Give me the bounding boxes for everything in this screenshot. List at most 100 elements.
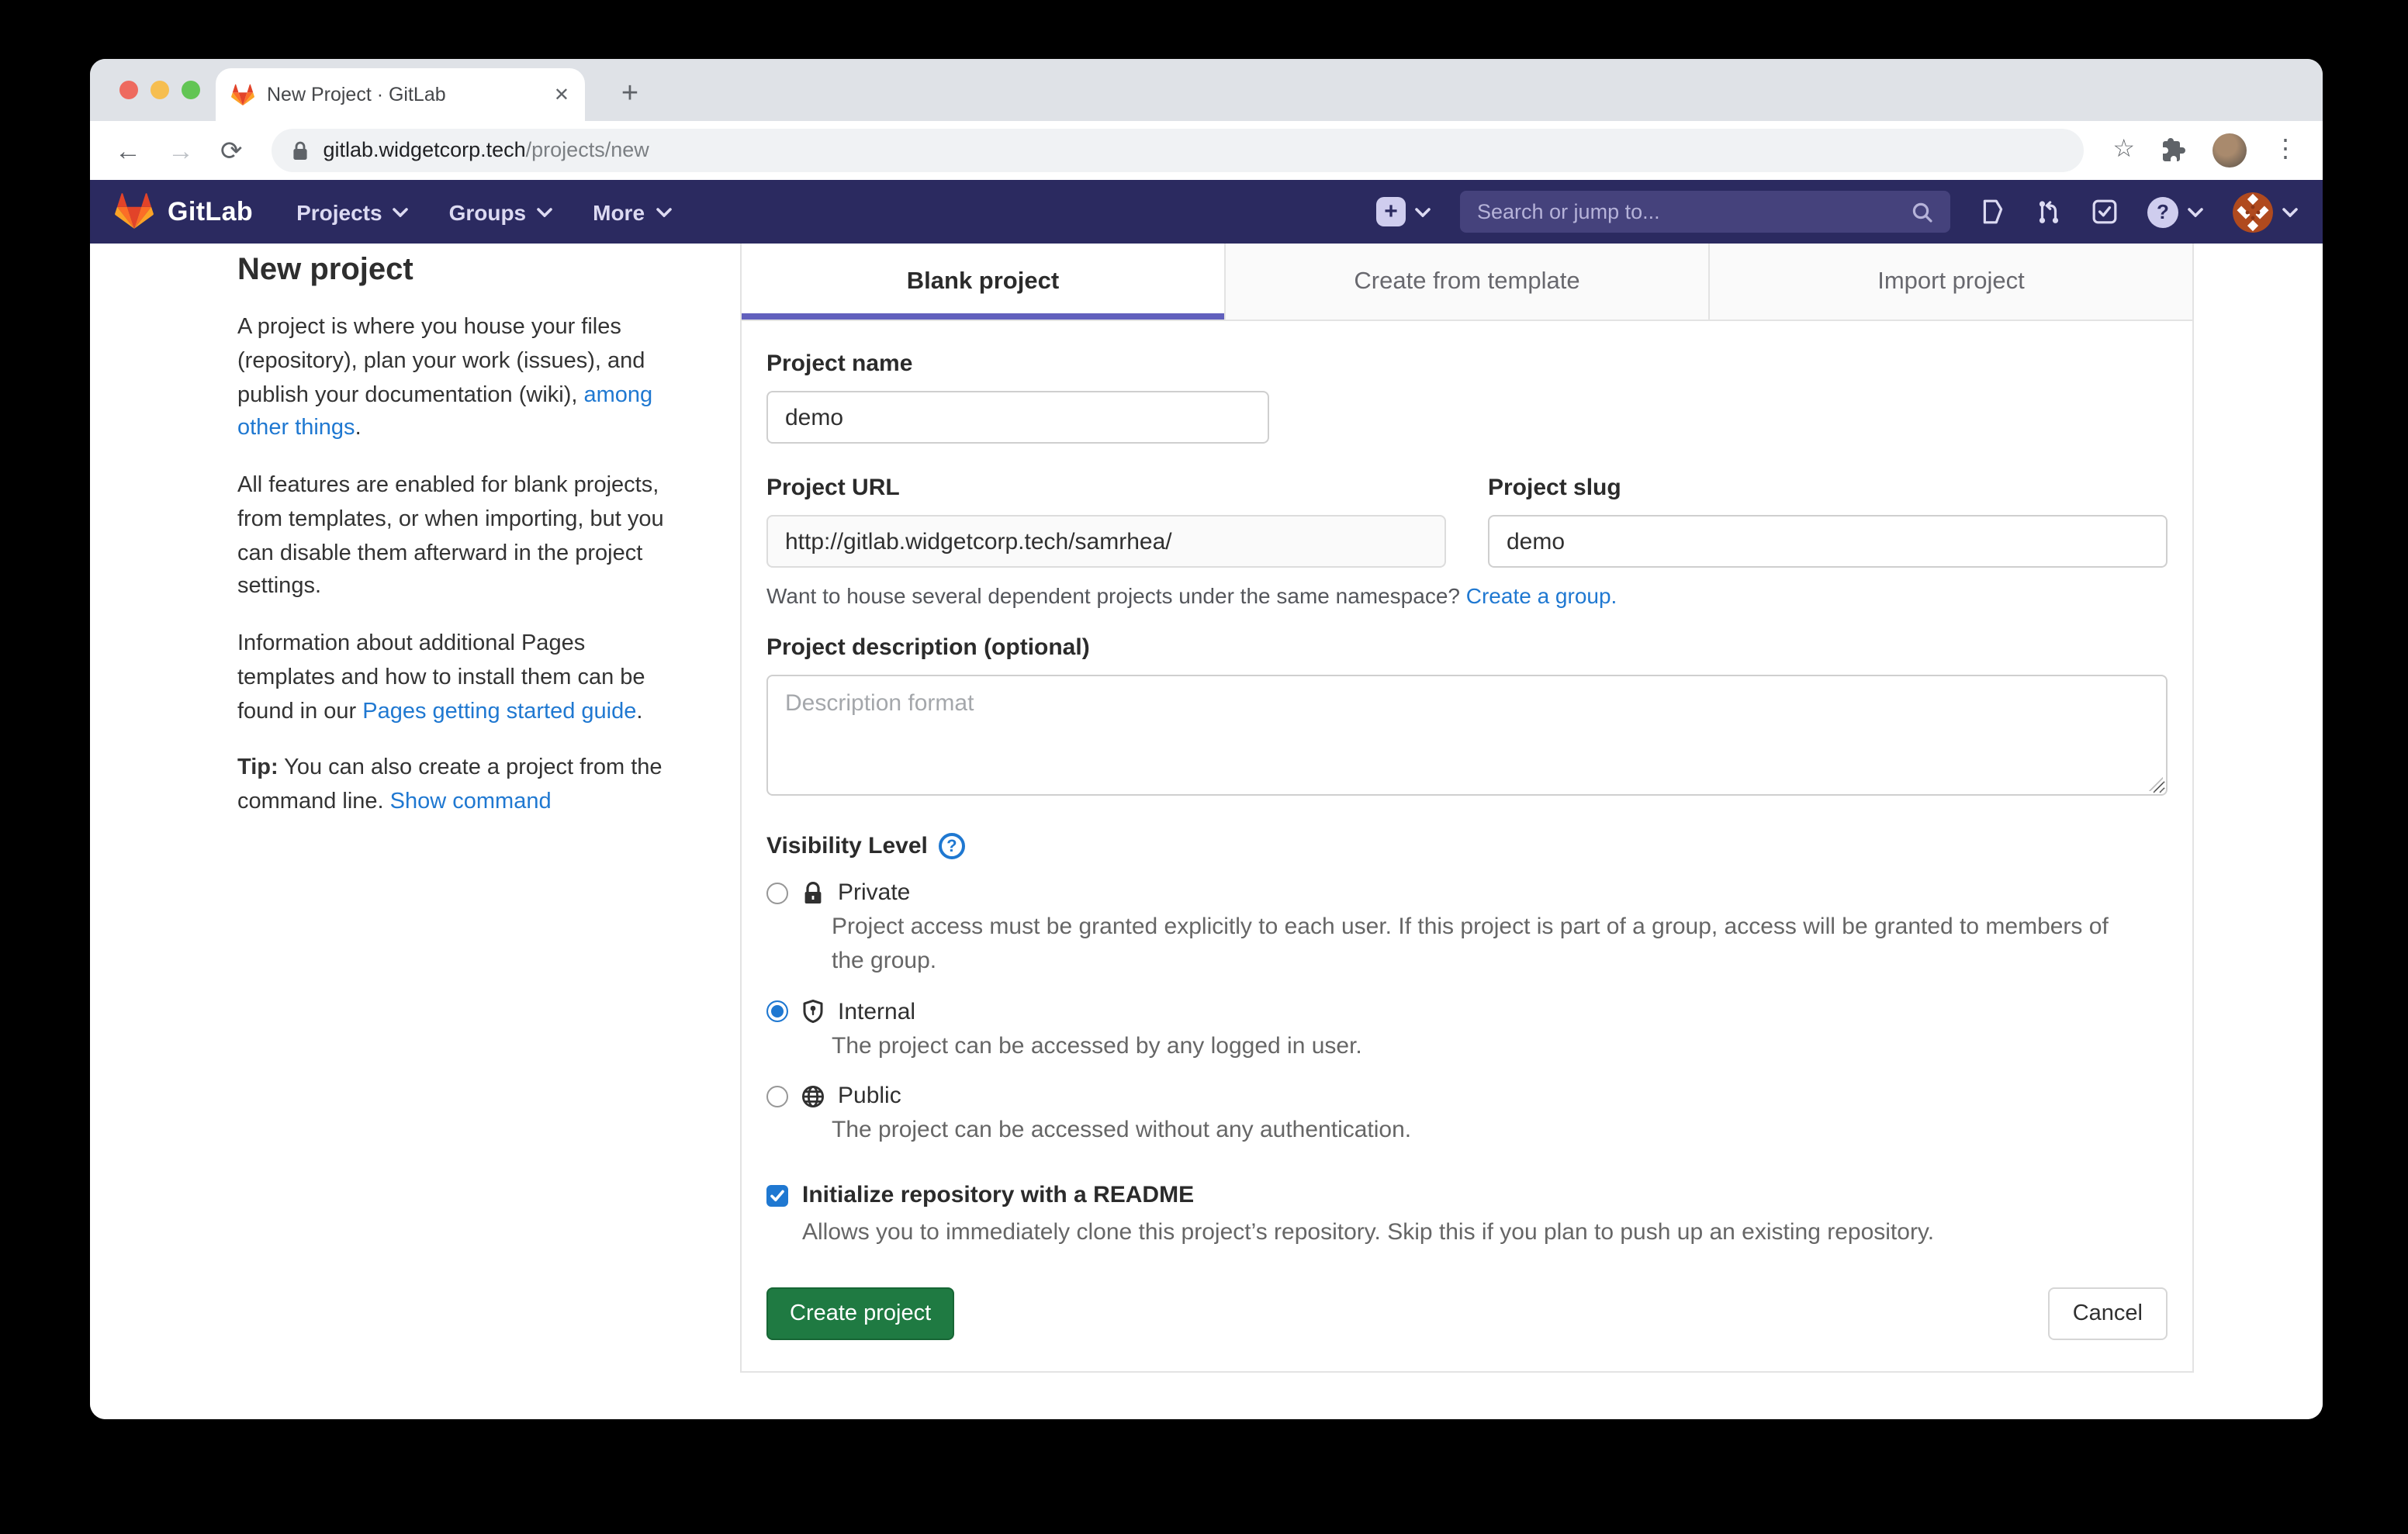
tab-blank-project[interactable]: Blank project bbox=[742, 244, 1226, 320]
global-search[interactable] bbox=[1460, 191, 1950, 233]
sidebar-text: . bbox=[355, 416, 362, 441]
search-input[interactable] bbox=[1477, 200, 1899, 223]
extensions-icon[interactable] bbox=[2161, 138, 2186, 163]
browser-window: New Project · GitLab ✕ + ← → ⟳ gitlab.wi… bbox=[90, 59, 2323, 1419]
tab-create-from-template[interactable]: Create from template bbox=[1226, 244, 1710, 320]
project-slug-label: Project slug bbox=[1488, 475, 2168, 501]
tab-title: New Project · GitLab bbox=[267, 84, 541, 105]
traffic-lights bbox=[119, 81, 200, 99]
user-menu-button[interactable] bbox=[2233, 192, 2298, 232]
project-type-tabs: Blank project Create from template Impor… bbox=[742, 244, 2192, 321]
browser-profile-avatar[interactable] bbox=[2213, 133, 2247, 168]
private-option-label: Private bbox=[838, 879, 910, 906]
gitlab-navbar: GitLab Projects Groups More + bbox=[90, 180, 2323, 244]
cancel-button[interactable]: Cancel bbox=[2048, 1287, 2168, 1340]
page-title: New project bbox=[237, 253, 684, 288]
chevron-down-icon bbox=[537, 207, 552, 216]
user-avatar bbox=[2233, 192, 2273, 232]
help-menu-button[interactable]: ? bbox=[2147, 196, 2203, 227]
form-actions: Create project Cancel bbox=[766, 1287, 2168, 1340]
browser-menu-icon[interactable]: ⋮ bbox=[2273, 138, 2298, 163]
project-url-label: Project URL bbox=[766, 475, 1446, 501]
create-group-link[interactable]: Create a group. bbox=[1466, 583, 1617, 608]
pages-guide-link[interactable]: Pages getting started guide bbox=[362, 699, 636, 724]
reload-button[interactable]: ⟳ bbox=[220, 137, 243, 164]
chevron-down-icon bbox=[1415, 207, 1431, 216]
plus-icon: + bbox=[1376, 197, 1406, 226]
nav-more-menu[interactable]: More bbox=[593, 199, 671, 224]
shield-icon bbox=[801, 999, 825, 1024]
nav-groups-menu[interactable]: Groups bbox=[449, 199, 553, 224]
tip-label: Tip: bbox=[237, 756, 279, 781]
tab-import-project[interactable]: Import project bbox=[1710, 244, 2192, 320]
visibility-help-icon[interactable]: ? bbox=[939, 833, 965, 859]
visibility-level-label: Visibility Level bbox=[766, 833, 928, 859]
hint-text: Want to house several dependent projects… bbox=[766, 583, 1466, 608]
sidebar-paragraph: All features are enabled for blank proje… bbox=[237, 470, 684, 605]
new-tab-button[interactable]: + bbox=[611, 78, 649, 112]
description-field: Project description (optional) bbox=[766, 634, 2168, 803]
tab-close-icon[interactable]: ✕ bbox=[554, 84, 569, 105]
sidebar-text: . bbox=[636, 699, 642, 724]
nav-projects-menu[interactable]: Projects bbox=[296, 199, 409, 224]
lock-icon bbox=[801, 880, 825, 905]
new-project-panel: Blank project Create from template Impor… bbox=[740, 244, 2194, 1373]
minimize-window-button[interactable] bbox=[150, 81, 169, 99]
browser-tab[interactable]: New Project · GitLab ✕ bbox=[216, 68, 585, 121]
zoom-window-button[interactable] bbox=[182, 81, 200, 99]
blank-project-form: Project name Project URL Project slug Wa… bbox=[742, 321, 2192, 1371]
show-command-link[interactable]: Show command bbox=[390, 789, 552, 814]
public-radio[interactable] bbox=[766, 1086, 788, 1107]
public-option-desc: The project can be accessed without any … bbox=[832, 1114, 2143, 1149]
internal-option-desc: The project can be accessed by any logge… bbox=[832, 1029, 2143, 1063]
close-window-button[interactable] bbox=[119, 81, 138, 99]
readme-checkbox[interactable] bbox=[766, 1184, 788, 1206]
chevron-down-icon bbox=[2188, 207, 2203, 216]
option-head: Public bbox=[766, 1083, 2168, 1110]
option-head: Internal bbox=[766, 998, 2168, 1024]
gitlab-brand[interactable]: GitLab bbox=[115, 192, 253, 231]
url-path: /projects/new bbox=[526, 138, 649, 161]
chevron-down-icon bbox=[656, 207, 671, 216]
public-option-label: Public bbox=[838, 1083, 901, 1110]
readme-head: Initialize repository with a README bbox=[766, 1182, 2168, 1208]
project-slug-field: Project slug bbox=[1488, 475, 2168, 568]
gitlab-logo-icon bbox=[115, 192, 154, 231]
forward-button[interactable]: → bbox=[168, 137, 194, 164]
url-slug-row: Project URL Project slug bbox=[766, 475, 2168, 568]
merge-requests-icon[interactable] bbox=[2036, 199, 2062, 225]
new-project-sidebar: New project A project is where you house… bbox=[237, 253, 684, 844]
browser-tab-strip: New Project · GitLab ✕ + bbox=[90, 59, 2323, 121]
page-content: New project A project is where you house… bbox=[90, 244, 2323, 1419]
create-project-button[interactable]: Create project bbox=[766, 1287, 954, 1340]
option-head: Private bbox=[766, 879, 2168, 906]
screen: New Project · GitLab ✕ + ← → ⟳ gitlab.wi… bbox=[0, 0, 2408, 1534]
visibility-option-public: Public The project can be accessed witho… bbox=[766, 1083, 2168, 1149]
help-icon: ? bbox=[2147, 196, 2178, 227]
internal-radio[interactable] bbox=[766, 1000, 788, 1022]
issues-icon[interactable] bbox=[1980, 199, 2006, 225]
todos-icon[interactable] bbox=[2091, 199, 2118, 225]
readme-section: Initialize repository with a README Allo… bbox=[766, 1182, 2168, 1246]
back-button[interactable]: ← bbox=[115, 137, 141, 164]
project-description-textarea[interactable] bbox=[766, 675, 2168, 796]
internal-option-label: Internal bbox=[838, 998, 915, 1024]
project-url-input[interactable] bbox=[766, 515, 1446, 568]
url-host: gitlab.widgetcorp.tech bbox=[323, 138, 526, 161]
project-slug-input[interactable] bbox=[1488, 515, 2168, 568]
nav-more-label: More bbox=[593, 199, 645, 224]
sidebar-paragraph: Information about additional Pages templ… bbox=[237, 628, 684, 730]
nav-groups-label: Groups bbox=[449, 199, 527, 224]
navbar-right-cluster: + ? bbox=[1376, 191, 2298, 233]
namespace-hint: Want to house several dependent projects… bbox=[766, 583, 2168, 608]
search-icon bbox=[1912, 201, 1933, 223]
address-bar[interactable]: gitlab.widgetcorp.tech/projects/new bbox=[272, 129, 2084, 172]
new-menu-button[interactable]: + bbox=[1376, 197, 1431, 226]
sidebar-tip: Tip: You can also create a project from … bbox=[237, 753, 684, 821]
project-url-field: Project URL bbox=[766, 475, 1446, 568]
globe-icon bbox=[801, 1084, 825, 1109]
private-radio[interactable] bbox=[766, 882, 788, 903]
gitlab-wordmark: GitLab bbox=[168, 196, 253, 227]
bookmark-star-icon[interactable]: ☆ bbox=[2112, 138, 2135, 163]
project-name-input[interactable] bbox=[766, 391, 1269, 444]
